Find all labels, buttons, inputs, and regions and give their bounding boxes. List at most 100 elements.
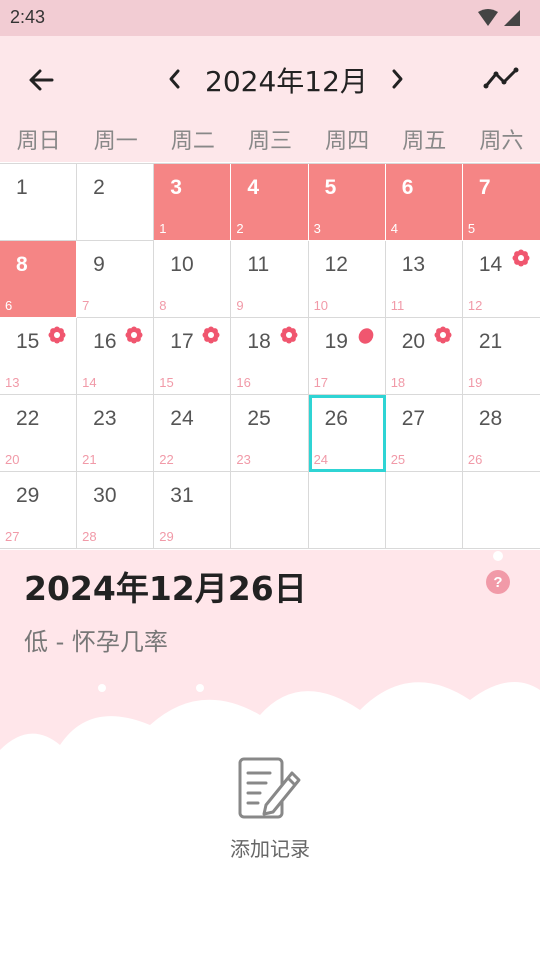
- calendar-day-cell[interactable]: 11 9: [231, 241, 309, 318]
- back-button[interactable]: [22, 60, 62, 100]
- cycle-day-number: 1: [159, 221, 167, 236]
- day-number: 3: [170, 176, 182, 199]
- calendar-day-cell[interactable]: 1: [0, 164, 78, 241]
- calendar-day-cell[interactable]: 21 19: [462, 318, 540, 395]
- day-number: 29: [16, 484, 40, 507]
- cycle-day-number: 5: [467, 221, 476, 236]
- day-number: 9: [93, 253, 105, 276]
- cycle-day-number: 13: [5, 375, 20, 390]
- day-number: 21: [478, 330, 503, 353]
- calendar-grid: 1 2 3 1 4 2 5 3 6 4 7 5 8 6 9 7 10 8 11 9 12 10 13 11 14 12 15 13 16…: [0, 163, 540, 551]
- calendar-day-cell[interactable]: 14 12: [462, 241, 540, 318]
- cycle-day-number: 18: [390, 375, 406, 390]
- calendar-day-cell[interactable]: 26 24: [308, 395, 386, 472]
- calendar-day-cell[interactable]: 20 18: [385, 318, 463, 395]
- calendar-day-cell[interactable]: 23 21: [77, 395, 155, 472]
- trend-line-icon: [483, 67, 519, 89]
- calendar-day-cell[interactable]: 2: [77, 164, 155, 241]
- cycle-day-number: 24: [313, 452, 329, 467]
- status-time: 2:43: [10, 7, 46, 27]
- day-number: 25: [247, 407, 271, 430]
- calendar-day-cell[interactable]: 17 15: [154, 318, 232, 395]
- calendar-day-cell[interactable]: 15 13: [0, 318, 78, 395]
- weekday-label: 周三: [247, 129, 292, 154]
- calendar-cell-empty: [308, 472, 386, 549]
- calendar-day-cell[interactable]: 27 25: [385, 395, 463, 472]
- day-number: 17: [170, 330, 194, 353]
- cycle-day-number: 3: [313, 221, 321, 236]
- calendar-day-cell[interactable]: 86: [0, 241, 78, 318]
- day-number: 4: [247, 176, 260, 199]
- cycle-day-number: 7: [82, 298, 90, 313]
- pregnancy-chance-text: 低 - 怀孕几率: [24, 628, 168, 656]
- calendar-day-cell[interactable]: 18 16: [231, 318, 309, 395]
- cycle-day-number: 2: [236, 221, 244, 236]
- calendar-day-cell[interactable]: 64: [385, 164, 463, 241]
- calendar-day-cell[interactable]: 53: [308, 164, 386, 241]
- cycle-day-number: 21: [82, 452, 97, 467]
- cycle-day-number: 28: [82, 529, 97, 544]
- day-number: 16: [93, 330, 117, 353]
- day-number: 6: [401, 176, 414, 199]
- calendar-cell-empty: [231, 472, 309, 549]
- day-number: 5: [324, 176, 337, 199]
- previous-month-button[interactable]: [160, 64, 190, 94]
- month-title: 2024年12月: [205, 65, 368, 98]
- arrow-left-icon: [29, 69, 54, 91]
- day-number: 14: [478, 253, 503, 276]
- day-number: 31: [170, 484, 194, 507]
- next-month-button[interactable]: [382, 64, 412, 94]
- calendar-day-cell[interactable]: 75: [462, 164, 540, 241]
- calendar-day-cell[interactable]: 10 8: [154, 241, 232, 318]
- cycle-day-number: 14: [82, 375, 97, 390]
- calendar-cell-empty: [462, 472, 540, 549]
- header: 2024年12月: [0, 36, 540, 122]
- calendar-day-cell[interactable]: 42: [231, 164, 309, 241]
- cycle-day-number: 4: [390, 221, 398, 236]
- calendar-day-cell[interactable]: 13 11: [385, 241, 463, 318]
- weekday-label: 周六: [479, 129, 524, 154]
- day-number: 10: [170, 253, 194, 276]
- day-number: 26: [324, 407, 348, 430]
- flower-icon: [125, 326, 143, 344]
- calendar-day-cell[interactable]: 22 20: [0, 395, 78, 472]
- help-button[interactable]: ?: [486, 570, 510, 594]
- calendar-day-cell[interactable]: 24 22: [154, 395, 232, 472]
- weekday-label: 周四: [325, 129, 370, 154]
- cycle-day-number: 20: [5, 452, 20, 467]
- flower-icon: [48, 326, 66, 344]
- add-record-button[interactable]: 添加记录: [220, 755, 320, 865]
- cycle-day-number: 25: [390, 452, 406, 467]
- day-number: 27: [401, 407, 426, 430]
- calendar-day-cell[interactable]: 31: [154, 164, 232, 241]
- weekday-label: 周一: [93, 129, 138, 154]
- calendar-day-cell[interactable]: 30 28: [77, 472, 155, 549]
- trend-chart-button[interactable]: [482, 62, 522, 98]
- day-number: 28: [478, 407, 503, 430]
- day-number: 8: [16, 253, 28, 276]
- day-number: 7: [478, 176, 491, 199]
- flower-icon: [280, 326, 298, 344]
- calendar-day-cell[interactable]: 97: [77, 241, 155, 318]
- day-number: 22: [16, 407, 40, 430]
- cycle-day-number: 8: [159, 298, 167, 313]
- calendar-day-cell[interactable]: 16 14: [77, 318, 155, 395]
- cycle-day-number: 11: [390, 298, 405, 313]
- ovulation-egg-icon: [358, 328, 374, 344]
- calendar-day-cell[interactable]: 19 17: [308, 318, 386, 395]
- day-number: 19: [324, 330, 348, 353]
- calendar-day-cell[interactable]: 31 29: [154, 472, 232, 549]
- chevron-right-icon: [392, 69, 403, 89]
- status-icons: [476, 8, 522, 32]
- calendar-day-cell[interactable]: 25 23: [231, 395, 309, 472]
- calendar-day-cell[interactable]: 28 26: [462, 395, 540, 472]
- cycle-day-number: 27: [5, 529, 20, 544]
- calendar-day-cell[interactable]: 29 27: [0, 472, 78, 549]
- day-detail-panel: 2024年12月26日 ? 低 - 怀孕几率 添加记录: [0, 550, 540, 960]
- weekday-header: 周日 周一 周二 周三 周四 周五 周六: [0, 122, 540, 162]
- cycle-day-number: 12: [467, 298, 483, 313]
- day-number: 1: [16, 176, 28, 199]
- calendar-day-cell[interactable]: 12 10: [308, 241, 386, 318]
- day-number: 20: [401, 330, 426, 353]
- weekday-label: 周五: [402, 129, 447, 154]
